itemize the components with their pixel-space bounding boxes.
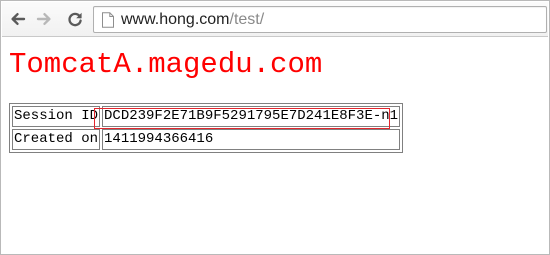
browser-toolbar: www.hong.com/test/	[2, 2, 548, 37]
session-table: Session ID DCD239F2E71B9F5291795E7D241E8…	[9, 103, 404, 153]
reload-button[interactable]	[64, 8, 86, 30]
forward-button[interactable]	[33, 8, 55, 30]
page-content: TomcatA.magedu.com Session ID DCD239F2E7…	[9, 37, 549, 254]
table-row: Created on 1411994366416	[12, 129, 401, 150]
created-on-label: Created on	[12, 129, 101, 150]
page-icon	[102, 12, 114, 28]
session-id-value: DCD239F2E71B9F5291795E7D241E8F3E-n1	[102, 106, 401, 127]
url-host: www.hong.com	[121, 11, 230, 28]
table-row: Session ID DCD239F2E71B9F5291795E7D241E8…	[12, 106, 401, 127]
session-id-label: Session ID	[12, 106, 101, 127]
url-text[interactable]: www.hong.com/test/	[121, 7, 264, 32]
address-bar[interactable]: www.hong.com/test/	[93, 6, 547, 33]
page-heading: TomcatA.magedu.com	[9, 48, 323, 81]
back-button[interactable]	[7, 8, 29, 30]
browser-window: www.hong.com/test/ TomcatA.magedu.com Se…	[0, 0, 550, 255]
created-on-value: 1411994366416	[102, 129, 401, 150]
back-arrow-icon	[11, 13, 26, 25]
reload-icon	[68, 12, 82, 27]
forward-arrow-icon	[36, 13, 51, 25]
url-path: /test/	[229, 11, 265, 28]
